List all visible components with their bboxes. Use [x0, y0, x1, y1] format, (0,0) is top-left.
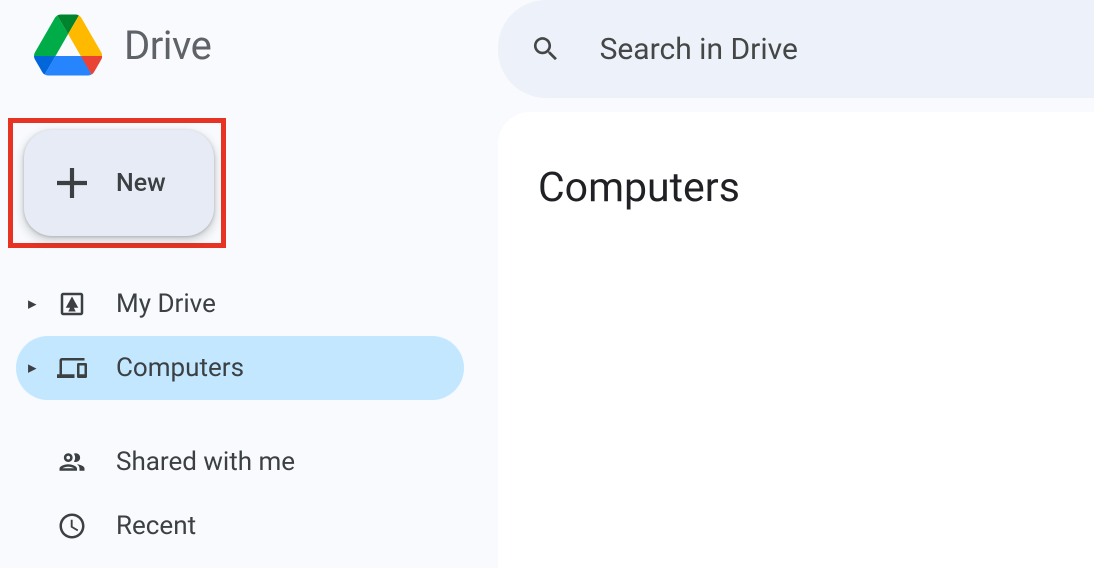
recent-icon: [50, 511, 94, 541]
drive-logo-icon: [34, 14, 102, 76]
search-input[interactable]: [600, 32, 1094, 67]
sidebar-item-recent[interactable]: ▸ Recent: [16, 494, 464, 558]
sidebar-item-computers[interactable]: ▸ Computers: [16, 336, 464, 400]
new-button-label: New: [116, 169, 166, 198]
search-bar[interactable]: [498, 0, 1094, 98]
drive-icon: [50, 289, 94, 319]
sidebar-item-label: Recent: [116, 511, 196, 541]
sidebar-item-label: My Drive: [116, 289, 216, 319]
search-icon: [530, 31, 562, 67]
sidebar-item-label: Shared with me: [116, 447, 295, 477]
plus-icon: [52, 163, 92, 203]
app-title: Drive: [124, 22, 211, 69]
computers-icon: [50, 353, 94, 383]
new-button[interactable]: New: [24, 130, 214, 236]
chevron-right-icon[interactable]: ▸: [28, 358, 42, 378]
sidebar-item-my-drive[interactable]: ▸ My Drive: [16, 272, 464, 336]
chevron-right-icon[interactable]: ▸: [28, 294, 42, 314]
shared-icon: [50, 447, 94, 477]
page-title: Computers: [538, 164, 1094, 212]
sidebar-item-label: Computers: [116, 353, 244, 383]
main-content: Computers: [498, 112, 1094, 568]
sidebar-item-shared-with-me[interactable]: ▸ Shared with me: [16, 430, 464, 494]
